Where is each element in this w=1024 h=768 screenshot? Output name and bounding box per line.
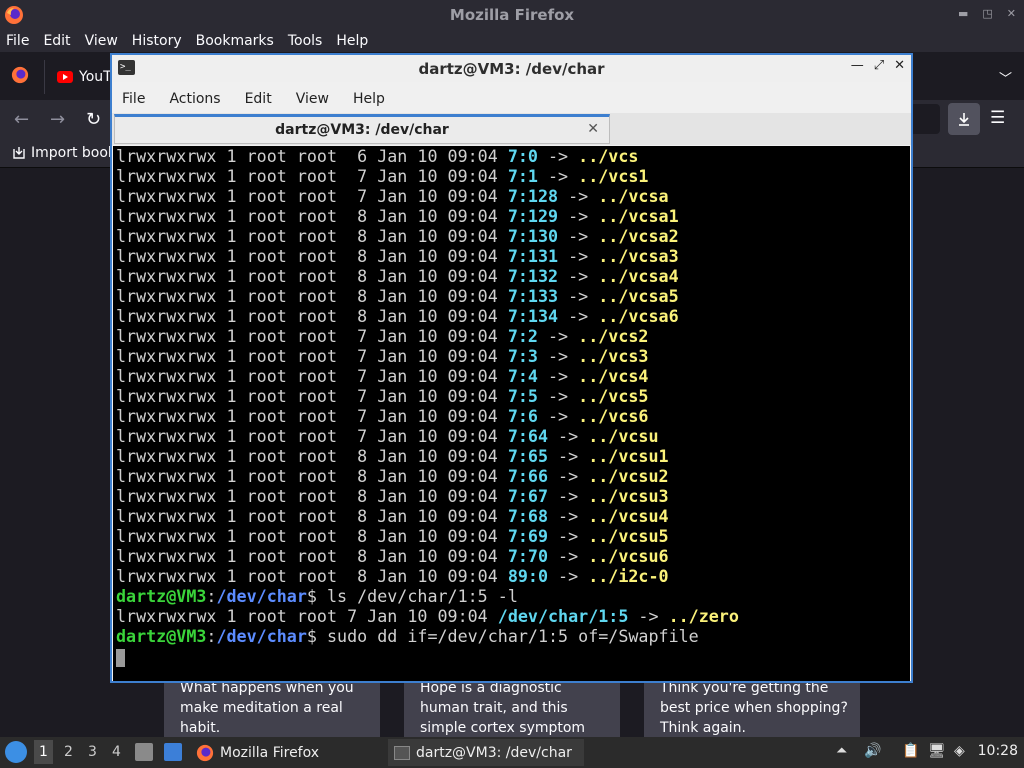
terminal-output[interactable]: lrwxrwxrwx 1 root root 6 Jan 10 09:04 7:… [113, 146, 910, 681]
reload-icon[interactable]: ↻ [86, 109, 101, 130]
story-card[interactable]: Think you're getting the best price when… [644, 676, 860, 737]
taskbar: 1 2 3 4 Mozilla Firefox dartz@VM3: /dev/… [0, 737, 1024, 768]
terminal-output-line: lrwxrwxrwx 1 root root 7 Jan 10 09:04 7:… [116, 186, 669, 206]
close-tab-icon[interactable]: ✕ [587, 121, 599, 137]
maximize-icon[interactable]: ⤢ [874, 58, 884, 73]
terminal-app-icon: >_ [118, 60, 135, 75]
terminal-app-icon [394, 745, 410, 760]
terminal-prompt-line: dartz@VM3:/dev/char$ sudo dd if=/dev/cha… [116, 626, 699, 646]
task-firefox[interactable]: Mozilla Firefox [190, 739, 384, 766]
terminal-window-title: dartz@VM3: /dev/char [418, 59, 605, 78]
terminal-output-line: lrwxrwxrwx 1 root root 8 Jan 10 09:04 7:… [116, 246, 679, 266]
start-menu-icon[interactable] [5, 741, 27, 763]
terminal-output-line: lrwxrwxrwx 1 root root 8 Jan 10 09:04 7:… [116, 466, 669, 486]
workspace-4[interactable]: 4 [112, 744, 121, 760]
terminal-menubar: File Actions Edit View Help [112, 84, 911, 113]
task-terminal-label: dartz@VM3: /dev/char [416, 744, 572, 761]
clock: 10:28 [977, 743, 1018, 759]
workspace-2[interactable]: 2 [64, 744, 73, 760]
terminal-tab[interactable]: dartz@VM3: /dev/char ✕ [114, 114, 610, 144]
terminal-output-line: lrwxrwxrwx 1 root root 8 Jan 10 09:04 7:… [116, 206, 679, 226]
terminal-output-line: lrwxrwxrwx 1 root root 8 Jan 10 09:04 89… [116, 566, 669, 586]
terminal-command: sudo dd if=/dev/char/1:5 of=/Swapfile [326, 626, 699, 646]
menu-view[interactable]: View [296, 91, 329, 107]
terminal-tabstrip: dartz@VM3: /dev/char ✕ [112, 113, 911, 145]
terminal-output-line: lrwxrwxrwx 1 root root 8 Jan 10 09:04 7:… [116, 506, 669, 526]
menu-help[interactable]: Help [336, 33, 368, 49]
import-bookmarks-button[interactable]: Import book [12, 145, 116, 161]
firefox-menubar: File Edit View History Bookmarks Tools H… [0, 30, 1024, 52]
terminal-titlebar[interactable]: >_ dartz@VM3: /dev/char — ⤢ ✕ [112, 55, 911, 82]
terminal-output-line: lrwxrwxrwx 1 root root 7 Jan 10 09:04 7:… [116, 366, 649, 386]
close-icon[interactable]: ✕ [1007, 7, 1016, 20]
close-icon[interactable]: ✕ [894, 58, 905, 73]
youtube-icon [57, 71, 73, 83]
terminal-output-line: lrwxrwxrwx 1 root root 7 Jan 10 09:04 7:… [116, 166, 649, 186]
story-card-text: Hope is a diagnostic human trait, and th… [420, 680, 586, 736]
menu-tools[interactable]: Tools [288, 33, 323, 49]
file-manager-icon[interactable] [135, 743, 153, 761]
download-icon[interactable] [948, 103, 980, 135]
menu-actions[interactable]: Actions [169, 91, 220, 107]
import-icon [13, 147, 25, 159]
minimize-icon[interactable]: ▬ [958, 7, 968, 20]
terminal-output-line: lrwxrwxrwx 1 root root 8 Jan 10 09:04 7:… [116, 306, 679, 326]
terminal-output-line: lrwxrwxrwx 1 root root 7 Jan 10 09:04 7:… [116, 326, 649, 346]
urlbar[interactable] [910, 104, 940, 134]
terminal-output-line: lrwxrwxrwx 1 root root 7 Jan 10 09:04 /d… [116, 606, 739, 626]
firefox-logo-icon [5, 6, 23, 24]
network-icon[interactable]: 🖥 [928, 743, 946, 759]
terminal-output-line: lrwxrwxrwx 1 root root 8 Jan 10 09:04 7:… [116, 486, 669, 506]
terminal-command: ls /dev/char/1:5 -l [326, 586, 518, 606]
terminal-cursor [116, 649, 125, 667]
story-card[interactable]: What happens when you make meditation a … [164, 676, 380, 737]
menu-bookmarks[interactable]: Bookmarks [196, 33, 274, 49]
story-card[interactable]: Hope is a diagnostic human trait, and th… [404, 676, 620, 737]
import-bookmarks-label: Import book [31, 145, 117, 161]
menu-edit[interactable]: Edit [245, 91, 272, 107]
tray-up-icon[interactable]: ⏶ [836, 743, 847, 759]
back-icon[interactable]: ← [14, 109, 29, 130]
terminal-tab-label: dartz@VM3: /dev/char [275, 122, 449, 138]
workspace-3[interactable]: 3 [88, 744, 97, 760]
firefox-view-icon[interactable] [11, 66, 29, 84]
terminal-output-line: lrwxrwxrwx 1 root root 7 Jan 10 09:04 7:… [116, 426, 659, 446]
terminal-output-line: lrwxrwxrwx 1 root root 8 Jan 10 09:04 7:… [116, 526, 669, 546]
firefox-logo-icon [196, 744, 214, 761]
terminal-output-line: lrwxrwxrwx 1 root root 8 Jan 10 09:04 7:… [116, 546, 669, 566]
story-card-text: What happens when you make meditation a … [180, 680, 354, 736]
volume-icon[interactable]: 🔊 [864, 743, 881, 759]
firefox-titlebar: Mozilla Firefox ▬ ◳ ✕ [0, 0, 1024, 30]
terminal-output-line: lrwxrwxrwx 1 root root 8 Jan 10 09:04 7:… [116, 266, 679, 286]
menu-view[interactable]: View [85, 33, 118, 49]
menu-help[interactable]: Help [353, 91, 385, 107]
firefox-window-title: Mozilla Firefox [449, 6, 575, 24]
task-terminal[interactable]: dartz@VM3: /dev/char [388, 739, 584, 766]
chevron-down-icon[interactable]: ﹀ [999, 68, 1012, 87]
menu-file[interactable]: File [122, 91, 145, 107]
terminal-output-line: lrwxrwxrwx 1 root root 7 Jan 10 09:04 7:… [116, 406, 649, 426]
story-card-text: Think you're getting the best price when… [660, 680, 848, 736]
menu-history[interactable]: History [132, 33, 182, 49]
terminal-output-line: lrwxrwxrwx 1 root root 7 Jan 10 09:04 7:… [116, 386, 649, 406]
menu-hamburger-icon[interactable]: ☰ [990, 108, 1005, 128]
terminal-prompt-line: dartz@VM3:/dev/char$ ls /dev/char/1:5 -l [116, 586, 518, 606]
terminal-output-line: lrwxrwxrwx 1 root root 8 Jan 10 09:04 7:… [116, 226, 679, 246]
updates-icon[interactable]: ◈ [954, 743, 965, 759]
clipboard-icon[interactable]: 📋 [902, 743, 919, 759]
maximize-icon[interactable]: ◳ [982, 7, 992, 20]
task-firefox-label: Mozilla Firefox [220, 744, 320, 761]
terminal-output-line: lrwxrwxrwx 1 root root 7 Jan 10 09:04 7:… [116, 346, 649, 366]
workspace-1[interactable]: 1 [34, 740, 53, 764]
terminal-output-line: lrwxrwxrwx 1 root root 6 Jan 10 09:04 7:… [116, 146, 639, 166]
terminal-output-line: lrwxrwxrwx 1 root root 8 Jan 10 09:04 7:… [116, 446, 669, 466]
minimize-icon[interactable]: — [851, 58, 864, 73]
terminal-window: >_ dartz@VM3: /dev/char — ⤢ ✕ File Actio… [110, 53, 913, 683]
terminal-output-line: lrwxrwxrwx 1 root root 8 Jan 10 09:04 7:… [116, 286, 679, 306]
desktop-icon[interactable] [164, 743, 182, 761]
menu-edit[interactable]: Edit [43, 33, 70, 49]
menu-file[interactable]: File [6, 33, 29, 49]
forward-icon[interactable]: → [50, 109, 65, 130]
